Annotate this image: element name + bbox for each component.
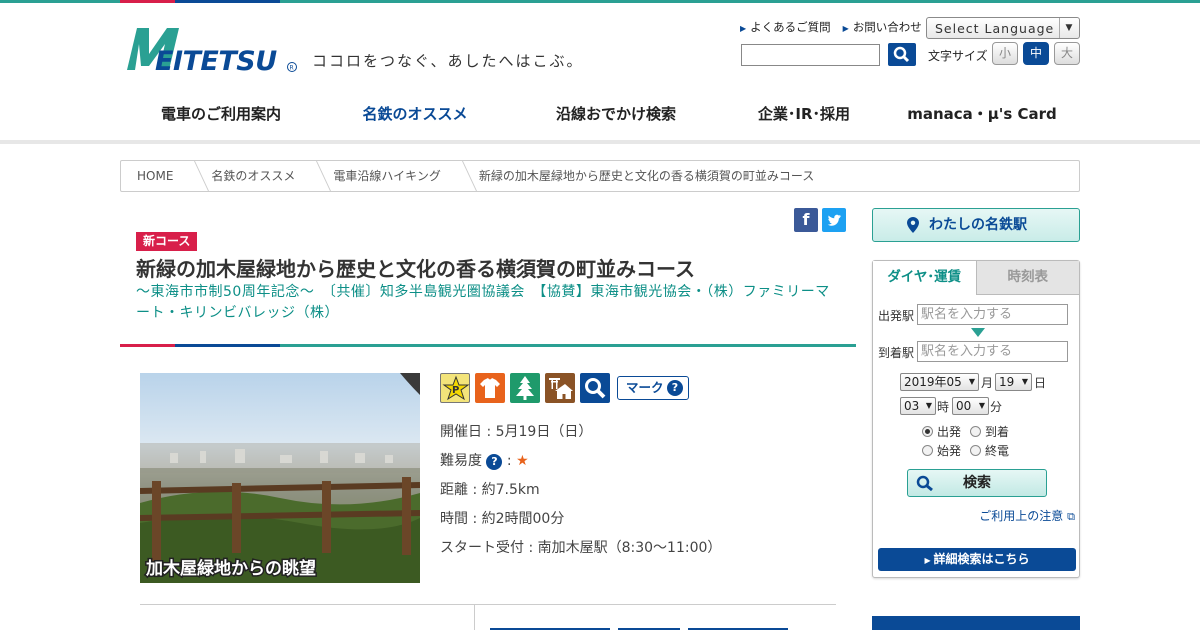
to-station-input[interactable]: 駅名を入力する <box>917 341 1068 362</box>
facebook-share-button[interactable]: f <box>794 208 818 232</box>
utility-links: ▶ よくあるご質問 ▶ お問い合わせ <box>740 19 922 35</box>
page-title: 新緑の加木屋緑地から歴史と文化の香る横須賀の町並みコース <box>136 257 695 281</box>
nav-recommend[interactable]: 名鉄のオススメ <box>322 92 508 144</box>
to-label: 到着駅 <box>878 346 915 360</box>
landscape-illustration <box>140 373 420 583</box>
contact-link[interactable]: ▶ お問い合わせ <box>843 19 922 35</box>
tree-icon <box>510 373 540 403</box>
hour-unit: 時 <box>937 400 950 414</box>
nav-divider <box>0 140 1200 144</box>
faq-link[interactable]: ▶ よくあるご質問 <box>740 19 831 35</box>
language-select[interactable]: Select Language ▼ <box>926 17 1080 39</box>
from-label: 出発駅 <box>878 309 915 323</box>
search-icon <box>916 475 933 491</box>
radio-departure[interactable]: 出発 <box>922 423 961 440</box>
breadcrumb-current: 新緑の加木屋緑地から歴史と文化の香る横須賀の町並みコース <box>478 169 815 183</box>
course-distance: 距離 : 約7.5km <box>440 482 540 498</box>
svg-text:R: R <box>290 65 294 72</box>
title-divider <box>120 344 856 347</box>
year-month-select[interactable]: 2019年05 ▼ <box>900 373 979 391</box>
chevron-down-icon: ▼ <box>1059 18 1079 38</box>
from-station-input[interactable]: 駅名を入力する <box>917 304 1068 325</box>
font-size-large-button[interactable]: 大 <box>1054 42 1080 65</box>
day-select[interactable]: 19 ▼ <box>995 373 1032 391</box>
global-nav: 電車のご利用案内 名鉄のオススメ 沿線おでかけ検索 企業･IR･採用 manac… <box>120 92 1080 144</box>
site-search-input[interactable] <box>741 44 880 66</box>
triangle-icon: ▶ <box>740 24 747 33</box>
search-icon <box>893 46 910 63</box>
font-size-label: 文字サイズ <box>928 49 988 63</box>
top-accent-bar <box>0 0 1200 3</box>
svg-text:EITETSU: EITETSU <box>155 46 277 74</box>
tab-timetable[interactable]: 時刻表 <box>976 261 1079 295</box>
new-course-badge: 新コース <box>136 232 198 251</box>
arrow-down-icon <box>971 328 985 337</box>
question-icon: ? <box>667 380 683 396</box>
minute-select[interactable]: 00 ▼ <box>952 397 989 415</box>
triangle-icon: ▶ <box>842 24 849 33</box>
route-search-panel: ダイヤ･運賃 時刻表 出発駅 駅名を入力する 到着駅 駅名を入力する 2019年… <box>872 260 1080 578</box>
svg-text:P: P <box>452 385 459 396</box>
twitter-share-button[interactable] <box>822 208 846 232</box>
breadcrumb-recommend[interactable]: 名鉄のオススメ <box>195 161 311 191</box>
search-icon <box>580 373 610 403</box>
course-feature-icons: P <box>440 373 610 403</box>
facebook-icon: f <box>802 210 810 229</box>
tab-timetable-fare[interactable]: ダイヤ･運賃 <box>873 261 977 295</box>
font-size-small-button[interactable]: 小 <box>992 42 1018 65</box>
nav-manaca[interactable]: manaca・μ's Card <box>884 92 1080 144</box>
photo-caption: 加木屋緑地からの眺望 <box>145 558 318 581</box>
difficulty-help-icon[interactable]: ? <box>486 454 503 470</box>
map-pin-icon <box>907 217 919 233</box>
detail-search-button[interactable]: ▶ 詳細検索はこちら <box>878 548 1076 571</box>
section-divider <box>140 604 836 605</box>
mark-legend-button[interactable]: マーク? <box>617 376 689 400</box>
nav-outing-search[interactable]: 沿線おでかけ検索 <box>508 92 724 144</box>
course-date: 開催日 : 5月19日（日） <box>440 424 593 440</box>
parking-icon: P <box>440 373 470 403</box>
site-search-button[interactable] <box>888 43 916 66</box>
minute-unit: 分 <box>990 400 1003 414</box>
breadcrumb: HOME 名鉄のオススメ 電車沿線ハイキング 新緑の加木屋緑地から歴史と文化の香… <box>120 160 1080 192</box>
nav-train-guide[interactable]: 電車のご利用案内 <box>120 92 322 144</box>
section-vertical-divider <box>474 604 475 630</box>
my-station-button[interactable]: わたしの名鉄駅 <box>872 208 1080 242</box>
meitetsu-logo[interactable]: EITETSU R <box>123 24 299 74</box>
difficulty-stars: ★ <box>516 453 529 469</box>
tagline: ココロをつなぐ、あしたへはこぶ。 <box>312 52 584 70</box>
shirt-icon <box>475 373 505 403</box>
radio-first-train[interactable]: 始発 <box>922 442 961 459</box>
radio-last-train[interactable]: 終電 <box>970 442 1009 459</box>
shrine-icon <box>545 373 575 403</box>
radio-arrival[interactable]: 到着 <box>970 423 1009 440</box>
external-window-icon: ⧉ <box>1067 510 1075 523</box>
course-photo: 加木屋緑地からの眺望 <box>140 373 420 583</box>
course-subtitle: ～東海市市制50周年記念～ 〔共催〕知多半島観光圏協議会 【協賛】東海市観光協会… <box>136 284 830 321</box>
twitter-icon <box>827 214 841 226</box>
breadcrumb-hiking[interactable]: 電車沿線ハイキング <box>317 161 456 191</box>
route-search-button[interactable]: 検索 <box>907 469 1047 497</box>
course-difficulty: 難易度 ? : ★ <box>440 453 529 470</box>
usage-notice-link[interactable]: ご利用上の注意 ⧉ <box>979 507 1075 524</box>
breadcrumb-home[interactable]: HOME <box>121 161 189 191</box>
hour-select[interactable]: 03 ▼ <box>900 397 936 415</box>
nav-corporate[interactable]: 企業･IR･採用 <box>724 92 884 144</box>
day-unit: 日 <box>1034 376 1047 390</box>
course-start: スタート受付 : 南加木屋駅（8:30～11:00） <box>440 540 722 556</box>
sidebar-next-section <box>872 616 1080 630</box>
month-unit: 月 <box>981 376 994 390</box>
course-time: 時間 : 約2時間00分 <box>440 511 565 527</box>
font-size-medium-button[interactable]: 中 <box>1023 42 1049 65</box>
